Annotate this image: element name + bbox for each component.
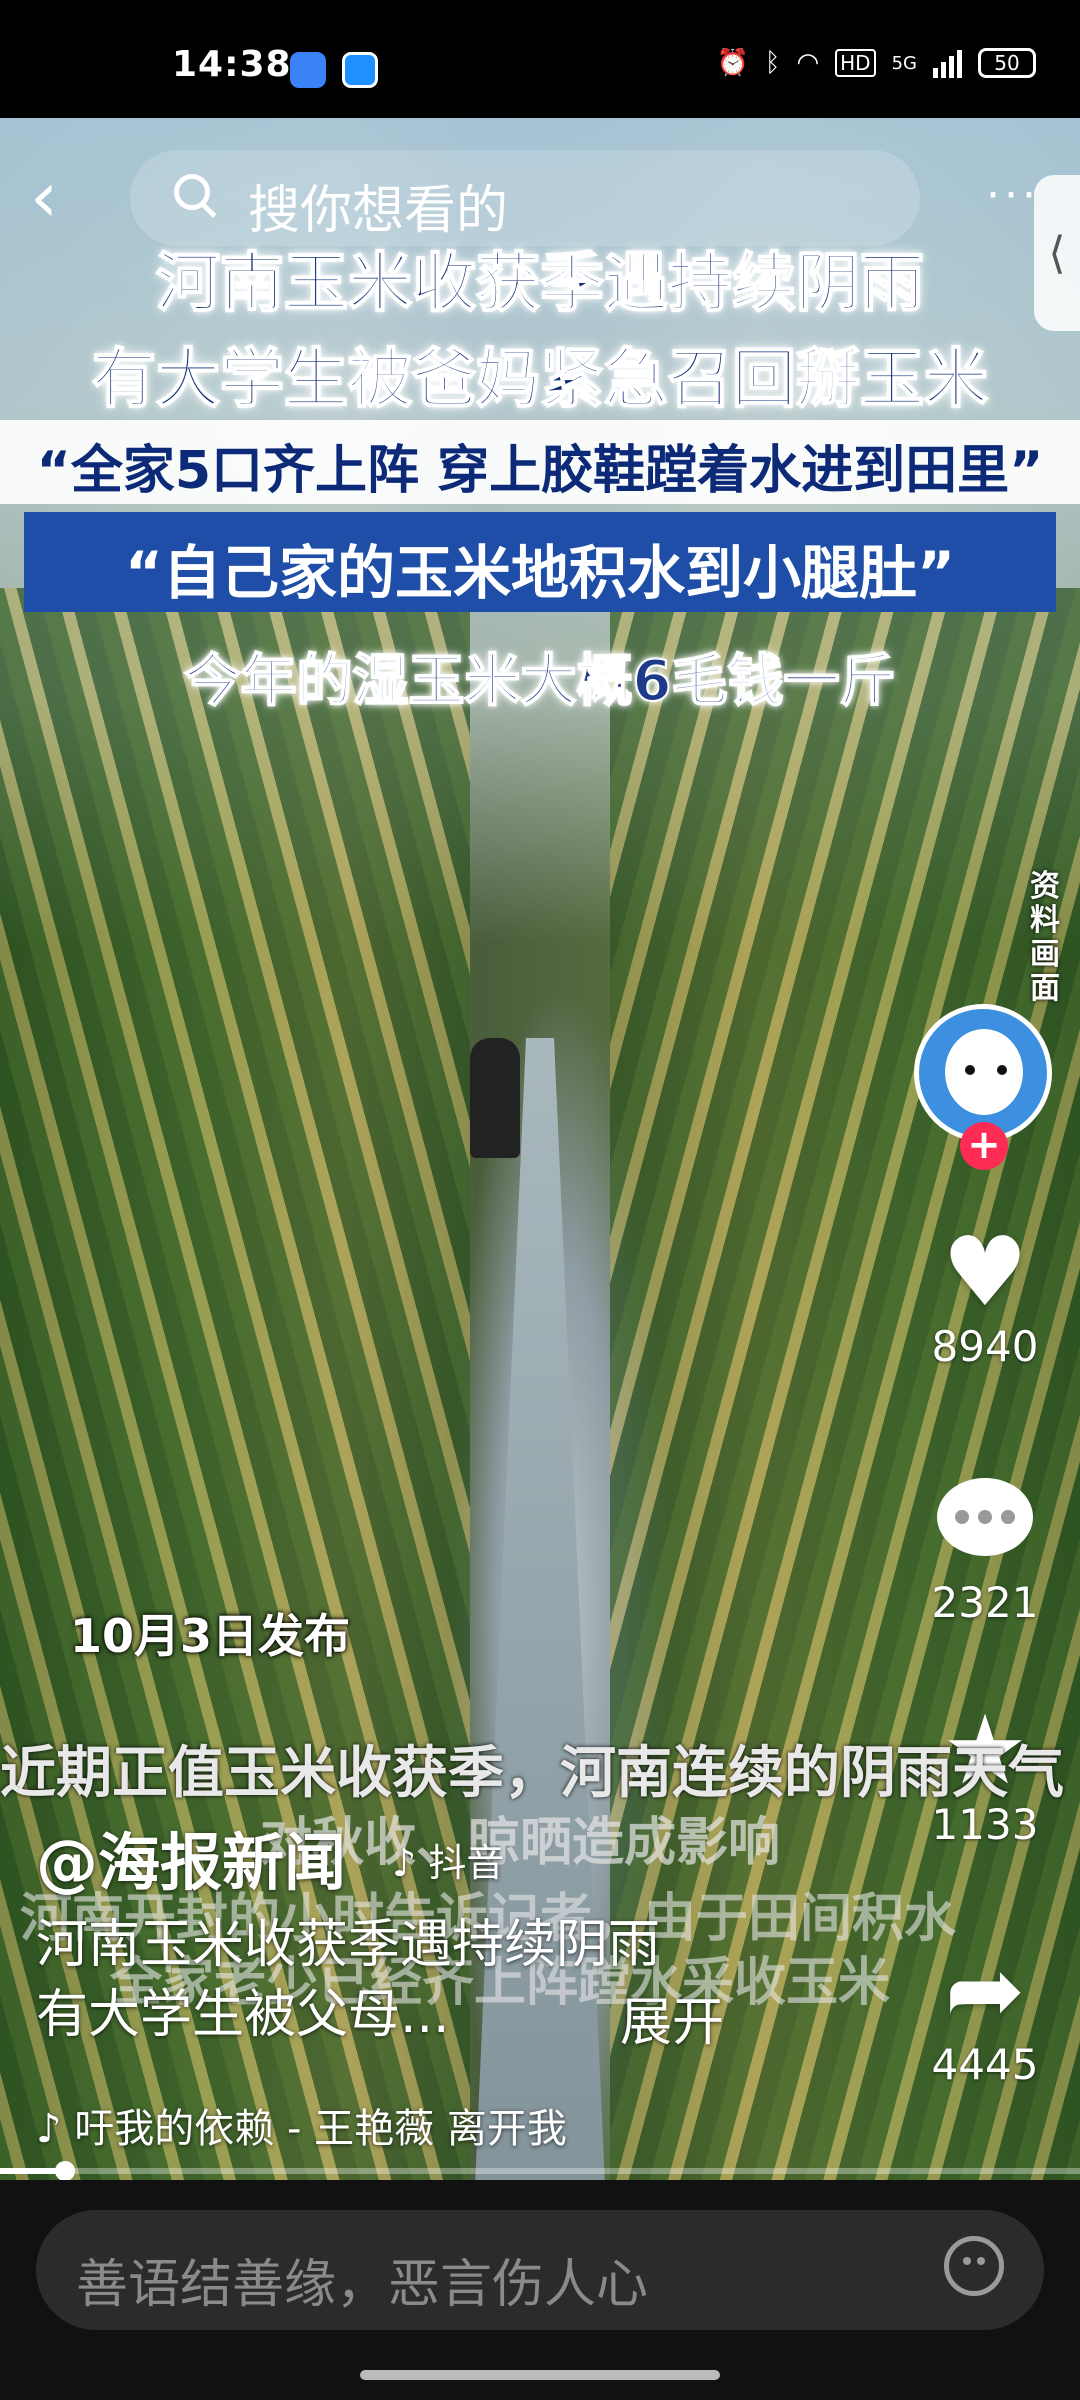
video-headline-3: “全家5口齐上阵 穿上胶鞋蹚着水进到田里” (36, 441, 1044, 501)
video-subtitle-1: 近期正值玉米收获季，河南连续的阴雨天气 (0, 1741, 1064, 1806)
signal-icon (933, 48, 962, 78)
video-headline-2: 有大学生被爸妈紧急召回掰玉米 (91, 342, 989, 418)
progress-knob[interactable] (54, 2161, 75, 2181)
search-bar[interactable]: 搜你想看的 (130, 150, 920, 246)
share-count: 4445 (931, 2040, 1039, 2089)
share-button[interactable]: ➦ 4445 (910, 1940, 1060, 2089)
author-name[interactable]: @海报新闻 (36, 1812, 346, 1902)
app-notification-icon-2 (342, 52, 378, 88)
video-headline-4: “自己家的玉米地积水到小腿肚” (124, 539, 956, 607)
expand-button[interactable]: 展开 (620, 1980, 724, 2055)
battery-level: 50 (994, 51, 1020, 75)
app-notification-icon (290, 52, 326, 88)
share-arrow-icon: ➦ (944, 1934, 1026, 2046)
follow-button[interactable]: + (960, 1122, 1008, 1170)
comment-button[interactable]: 2321 (910, 1478, 1060, 1627)
comment-icon (937, 1478, 1033, 1556)
bluetooth-icon: ᛒ (764, 48, 781, 78)
emoji-icon[interactable] (944, 2236, 1004, 2296)
battery-icon: 50 (978, 48, 1036, 78)
video-headline-5: 今年的湿玉米大概6毛钱一斤 (184, 648, 897, 715)
comment-count: 2321 (931, 1578, 1039, 1627)
bottom-bar: 善语结善缘，恶言伤人心 (0, 2180, 1080, 2400)
avatar-eye (997, 1065, 1007, 1075)
home-indicator[interactable] (360, 2370, 720, 2380)
music-track[interactable]: ♪ 吁我的依赖 - 王艳薇 离开我 (36, 2096, 636, 2154)
farmer-figure (470, 1038, 520, 1158)
search-placeholder: 搜你想看的 (248, 181, 509, 241)
top-bar: ‹ 搜你想看的 ··· (0, 150, 1080, 250)
more-options-button[interactable]: ··· (986, 170, 1040, 221)
clock: 14:38 (172, 44, 292, 85)
avatar-eye (965, 1065, 975, 1075)
network-type: 5G (891, 52, 917, 74)
publish-date: 10月3日发布 (70, 1609, 351, 1663)
side-panel-toggle[interactable]: ⟨ (1034, 175, 1080, 331)
comment-placeholder: 善语结善缘，恶言伤人心 (76, 2255, 649, 2315)
platform-tag: ♪ 抖音 (392, 1841, 505, 1885)
search-icon (174, 174, 210, 210)
hd-icon: HD (835, 49, 876, 77)
description-line-2: 有大学生被父母... (36, 1985, 450, 2045)
comment-input[interactable]: 善语结善缘，恶言伤人心 (36, 2210, 1044, 2330)
alarm-icon: ⏰ (716, 48, 749, 78)
status-icons: ⏰ ᛒ ◠ HD 5G 50 (716, 48, 1036, 78)
description-line-1: 河南玉米收获季遇持续阴雨 (36, 1915, 661, 1975)
like-count: 8940 (931, 1322, 1039, 1371)
archive-footage-label: 资料画面 (1030, 869, 1060, 1006)
back-button[interactable]: ‹ (30, 162, 58, 232)
avatar-face (945, 1029, 1023, 1115)
wifi-icon: ◠ (796, 48, 820, 78)
heart-icon: ♥ (941, 1216, 1029, 1328)
like-button[interactable]: ♥ 8940 (910, 1222, 1060, 1371)
status-bar: 14:38 ⏰ ᛒ ◠ HD 5G 50 (0, 0, 1080, 118)
video-progress-bar[interactable] (0, 2161, 1080, 2181)
post-description: 河南玉米收获季遇持续阴雨 有大学生被父母... (36, 1910, 660, 2050)
